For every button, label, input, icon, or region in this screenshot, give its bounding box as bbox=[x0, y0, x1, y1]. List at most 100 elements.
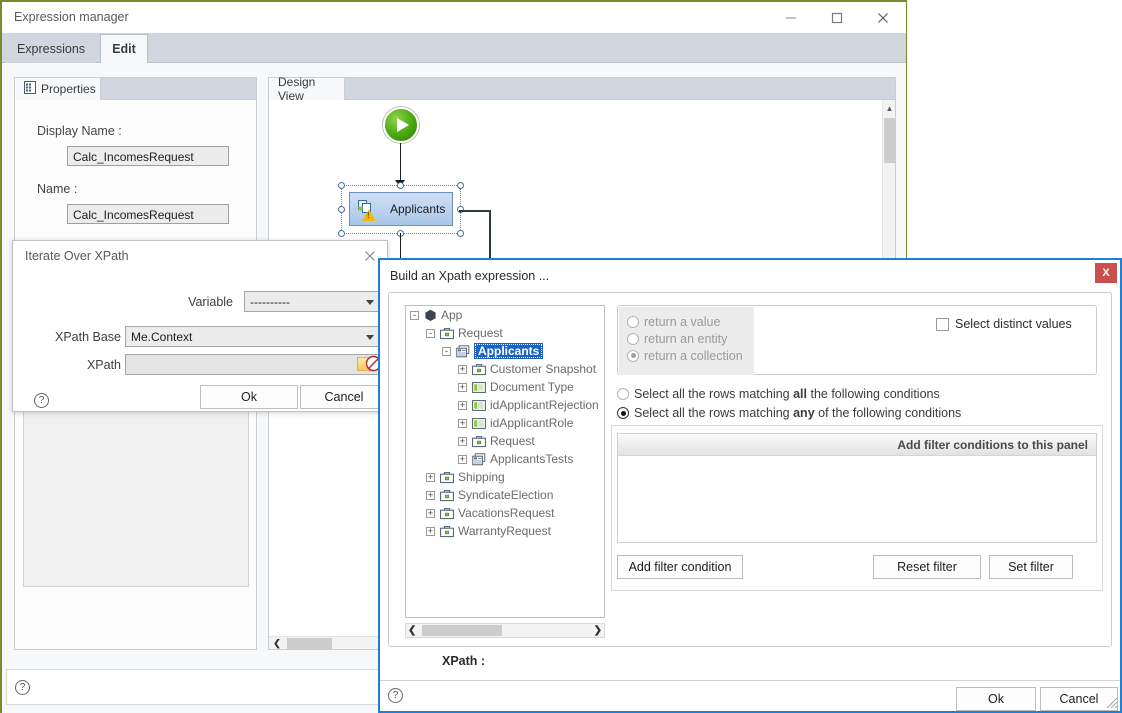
tree-expander-icon[interactable]: + bbox=[458, 382, 467, 392]
variable-label: Variable bbox=[188, 295, 233, 309]
reset-filter-button[interactable]: Reset filter bbox=[873, 555, 981, 579]
display-name-field[interactable]: Calc_IncomesRequest bbox=[67, 146, 229, 166]
minimize-icon[interactable] bbox=[768, 2, 814, 33]
tree-expander-icon[interactable]: + bbox=[458, 418, 467, 428]
close-icon[interactable] bbox=[860, 2, 906, 33]
flow-node-applicants[interactable]: Applicants bbox=[349, 192, 453, 226]
tree-expander-icon[interactable]: + bbox=[458, 454, 467, 464]
tree-item[interactable]: + WarrantyRequest bbox=[406, 522, 604, 540]
iterate-dialog-title: Iterate Over XPath bbox=[25, 249, 129, 263]
tree-expander-icon[interactable]: - bbox=[442, 346, 451, 356]
xpath-base-select-value: Me.Context bbox=[131, 329, 193, 344]
tree-item[interactable]: + Customer Snapshot bbox=[406, 360, 604, 378]
close-icon[interactable]: X bbox=[1095, 263, 1117, 283]
tree-item[interactable]: - Applicants bbox=[406, 342, 604, 360]
help-icon[interactable]: ? bbox=[15, 680, 30, 695]
condition-any-radio[interactable]: Select all the rows matching any of the … bbox=[617, 406, 961, 420]
tree-item[interactable]: + idApplicantRejection bbox=[406, 396, 604, 414]
iterate-cancel-button[interactable]: Cancel bbox=[300, 385, 388, 409]
tree-item-label: idApplicantRole bbox=[490, 416, 574, 430]
scroll-right-icon[interactable]: ❯ bbox=[594, 624, 602, 637]
resize-grip-icon[interactable] bbox=[1104, 695, 1118, 709]
radio-icon bbox=[627, 332, 639, 345]
properties-icon bbox=[24, 81, 36, 97]
xpath-result-label: XPath : bbox=[442, 654, 486, 668]
scroll-left-icon[interactable]: ❮ bbox=[269, 637, 285, 650]
scroll-thumb[interactable] bbox=[287, 638, 332, 649]
resize-handle[interactable] bbox=[338, 206, 345, 213]
resize-handle[interactable] bbox=[338, 182, 345, 189]
scroll-thumb[interactable] bbox=[884, 118, 895, 163]
return-option[interactable]: return a value bbox=[627, 313, 746, 330]
condition-all-radio[interactable]: Select all the rows matching all the fol… bbox=[617, 387, 940, 401]
tree-item-label: Document Type bbox=[490, 380, 574, 394]
condition-any-prefix: Select all the rows matching bbox=[634, 406, 794, 420]
column-icon bbox=[472, 381, 486, 394]
tree-item[interactable]: + Request bbox=[406, 432, 604, 450]
tree-expander-icon[interactable]: + bbox=[458, 400, 467, 410]
radio-icon bbox=[617, 407, 629, 419]
select-distinct-values-checkbox[interactable]: Select distinct values bbox=[936, 317, 1072, 331]
variable-select[interactable]: ---------- bbox=[244, 291, 381, 312]
tree-item[interactable]: + idApplicantRole bbox=[406, 414, 604, 432]
tree-item[interactable]: + Document Type bbox=[406, 378, 604, 396]
window-controls bbox=[768, 2, 906, 33]
briefcase-icon bbox=[440, 471, 454, 484]
tree-expander-icon[interactable]: - bbox=[410, 310, 419, 320]
chevron-down-icon bbox=[366, 300, 374, 305]
tree-horizontal-scrollbar[interactable]: ❮ ❯ bbox=[405, 623, 605, 638]
scroll-up-icon[interactable]: ▲ bbox=[883, 100, 896, 116]
tree-expander-icon[interactable]: + bbox=[426, 490, 435, 500]
scroll-left-icon[interactable]: ❮ bbox=[408, 624, 416, 637]
design-tabstrip: Design View bbox=[269, 75, 895, 103]
briefcase-icon bbox=[472, 435, 486, 448]
add-filter-condition-button[interactable]: Add filter condition bbox=[617, 555, 743, 579]
tree-expander-icon[interactable]: + bbox=[458, 436, 467, 446]
help-icon[interactable]: ? bbox=[34, 393, 49, 408]
variable-select-value: ---------- bbox=[250, 294, 290, 309]
tree-expander-icon[interactable]: + bbox=[426, 472, 435, 482]
tree-item-label: WarrantyRequest bbox=[458, 524, 551, 538]
tab-expressions[interactable]: Expressions bbox=[6, 34, 96, 63]
tree-expander-icon[interactable]: + bbox=[426, 526, 435, 536]
set-filter-button[interactable]: Set filter bbox=[989, 555, 1073, 579]
resize-handle[interactable] bbox=[397, 182, 404, 189]
name-field[interactable]: Calc_IncomesRequest bbox=[67, 204, 229, 224]
return-option[interactable]: return an entity bbox=[627, 330, 746, 347]
xpath-input[interactable] bbox=[125, 354, 381, 375]
tree-item[interactable]: + ApplicantsTests bbox=[406, 450, 604, 468]
iterate-over-xpath-dialog: Iterate Over XPath Variable ---------- X… bbox=[12, 240, 388, 412]
tab-design-view[interactable]: Design View bbox=[269, 75, 345, 103]
return-option[interactable]: return a collection bbox=[627, 347, 746, 364]
tab-properties[interactable]: Properties bbox=[15, 78, 101, 100]
entity-tree[interactable]: - App - Request - Applicants + Customer Snapsho… bbox=[405, 305, 605, 618]
warning-icon bbox=[362, 209, 376, 221]
tree-item[interactable]: + Shipping bbox=[406, 468, 604, 486]
iterate-ok-button[interactable]: Ok bbox=[200, 385, 298, 409]
filter-conditions-panel: Add filter conditions to this panel bbox=[617, 433, 1097, 543]
tree-expander-icon[interactable]: + bbox=[426, 508, 435, 518]
tree-item[interactable]: - Request bbox=[406, 324, 604, 342]
help-icon[interactable]: ? bbox=[388, 688, 403, 703]
tree-expander-icon[interactable]: - bbox=[426, 328, 435, 338]
scroll-thumb[interactable] bbox=[422, 625, 502, 636]
properties-tabstrip: Properties bbox=[15, 78, 256, 100]
resize-handle[interactable] bbox=[338, 230, 345, 237]
tree-item[interactable]: - App bbox=[406, 306, 604, 324]
tab-edit-label: Edit bbox=[112, 42, 136, 56]
tab-edit[interactable]: Edit bbox=[100, 34, 148, 63]
maximize-icon[interactable] bbox=[814, 2, 860, 33]
xpath-base-select[interactable]: Me.Context bbox=[125, 326, 381, 347]
tree-item-label: ApplicantsTests bbox=[490, 452, 574, 466]
resize-handle[interactable] bbox=[457, 182, 464, 189]
xpath-ok-button[interactable]: Ok bbox=[956, 687, 1036, 711]
play-start-icon[interactable] bbox=[383, 107, 419, 143]
tree-item-label: App bbox=[441, 308, 463, 322]
tree-item[interactable]: + SyndicateElection bbox=[406, 486, 604, 504]
column-icon bbox=[472, 399, 486, 412]
tree-expander-icon[interactable]: + bbox=[458, 364, 467, 374]
tree-item[interactable]: + VacationsRequest bbox=[406, 504, 604, 522]
resize-handle[interactable] bbox=[457, 230, 464, 237]
filter-panel-header: Add filter conditions to this panel bbox=[618, 434, 1096, 456]
tree-item-label: Customer Snapshot bbox=[490, 362, 597, 376]
